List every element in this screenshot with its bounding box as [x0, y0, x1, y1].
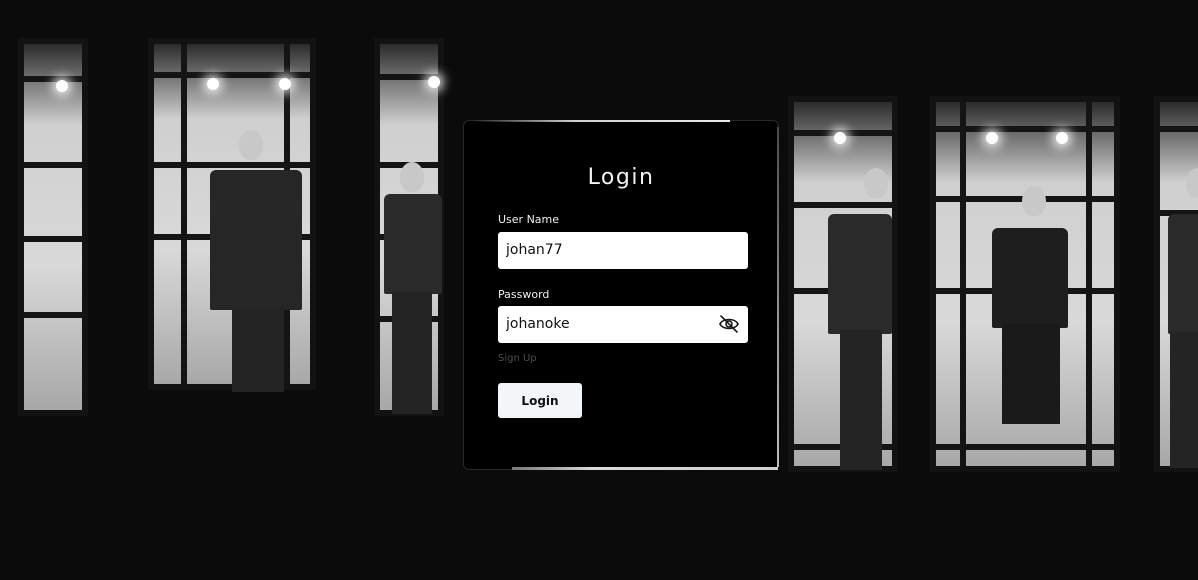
shop-window-right-3	[1154, 96, 1198, 472]
shop-window-right-2	[930, 96, 1120, 472]
login-title: Login	[587, 165, 655, 190]
shop-window-left	[18, 38, 88, 416]
signup-link[interactable]: Sign Up	[498, 353, 537, 364]
card-edge-glow-bottom	[512, 467, 778, 470]
password-field-wrapper	[498, 306, 748, 343]
card-edge-glow-top	[472, 120, 730, 122]
password-input[interactable]	[498, 306, 706, 341]
shop-window-center-left	[148, 38, 316, 392]
username-input[interactable]	[498, 232, 706, 267]
shop-window-center	[374, 38, 444, 416]
login-card: Login User Name Password Sign Up Login	[463, 120, 779, 470]
username-field-wrapper	[498, 232, 748, 269]
eye-slash-icon[interactable]	[718, 314, 740, 334]
password-label: Password	[498, 288, 550, 301]
login-button[interactable]: Login	[498, 383, 582, 418]
shop-window-right-1	[788, 96, 898, 472]
username-label: User Name	[498, 213, 560, 226]
